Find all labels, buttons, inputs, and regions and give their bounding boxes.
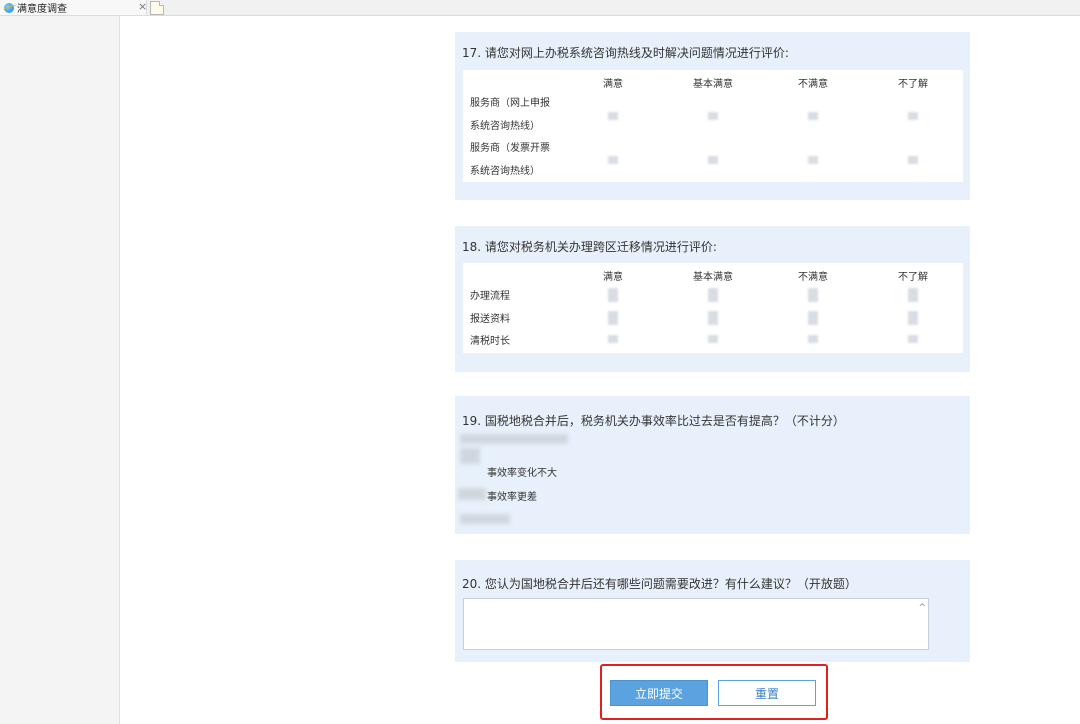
redacted-option (460, 434, 568, 444)
radio-option[interactable] (708, 311, 718, 325)
radio-option[interactable] (908, 311, 918, 325)
reset-button[interactable]: 重置 (718, 680, 816, 706)
radio-option[interactable] (608, 288, 618, 302)
ie-browser-icon (4, 2, 14, 13)
radio-option[interactable] (608, 335, 618, 343)
row-label: 服务商（发票开票 (470, 143, 550, 154)
row-label: 系统咨询热线） (470, 121, 540, 132)
column-header: 不满意 (798, 79, 828, 90)
row-label: 服务商（网上申报 (470, 98, 550, 109)
radio-option[interactable] (708, 335, 718, 343)
redacted-radio[interactable] (458, 488, 486, 500)
radio-option[interactable] (908, 335, 918, 343)
question-17-title: 17. 请您对网上办税系统咨询热线及时解决问题情况进行评价: (462, 46, 789, 60)
radio-option[interactable] (808, 112, 818, 120)
radio-option[interactable] (808, 335, 818, 343)
radio-option[interactable] (708, 156, 718, 164)
column-header: 不满意 (798, 272, 828, 283)
row-label: 办理流程 (470, 291, 510, 302)
option-label: 事效率变化不大 (487, 468, 557, 479)
redacted-option (460, 514, 510, 524)
radio-option[interactable] (908, 288, 918, 302)
radio-option[interactable] (608, 112, 618, 120)
radio-option[interactable] (908, 112, 918, 120)
tab-survey[interactable]: 满意度调查 × (0, 0, 147, 15)
question-18-title: 18. 请您对税务机关办理跨区迁移情况进行评价: (462, 240, 717, 254)
column-header: 不了解 (898, 272, 928, 283)
question-20-title: 20. 您认为国地税合并后还有哪些问题需要改进？有什么建议？（开放题） (462, 577, 857, 591)
radio-option[interactable] (708, 288, 718, 302)
submit-button[interactable]: 立即提交 (610, 680, 708, 706)
question-20-card: 20. 您认为国地税合并后还有哪些问题需要改进？有什么建议？（开放题） ^ (455, 560, 970, 662)
question-17-matrix: 满意 基本满意 不满意 不了解 服务商（网上申报 系统咨询热线） 服务商（发票开… (463, 70, 963, 182)
left-panel (0, 16, 120, 724)
scroll-up-icon[interactable]: ^ (918, 603, 926, 613)
close-icon[interactable]: × (138, 0, 147, 14)
question-17-card: 17. 请您对网上办税系统咨询热线及时解决问题情况进行评价: 满意 基本满意 不… (455, 32, 970, 200)
radio-option[interactable] (608, 156, 618, 164)
question-18-card: 18. 请您对税务机关办理跨区迁移情况进行评价: 满意 基本满意 不满意 不了解… (455, 226, 970, 372)
row-label: 报送资料 (470, 314, 510, 325)
row-label: 系统咨询热线） (470, 166, 540, 177)
radio-option[interactable] (708, 112, 718, 120)
column-header: 满意 (603, 272, 623, 283)
option-label: 事效率更差 (487, 492, 537, 503)
radio-option[interactable] (808, 156, 818, 164)
column-header: 基本满意 (693, 79, 733, 90)
column-header: 不了解 (898, 79, 928, 90)
question-18-matrix: 满意 基本满意 不满意 不了解 办理流程 报送资料 清税时长 (463, 263, 963, 353)
radio-option[interactable] (908, 156, 918, 164)
radio-option[interactable] (808, 311, 818, 325)
tab-strip: 满意度调查 × (0, 0, 1080, 16)
question-19-card: 19. 国税地税合并后，税务机关办事效率比过去是否有提高？（不计分） 事效率变化… (455, 396, 970, 534)
suggestion-textarea[interactable]: ^ (463, 598, 929, 650)
radio-option[interactable] (808, 288, 818, 302)
column-header: 满意 (603, 79, 623, 90)
column-header: 基本满意 (693, 272, 733, 283)
tab-title: 满意度调查 (17, 4, 67, 15)
new-tab-icon[interactable] (150, 1, 164, 15)
row-label: 清税时长 (470, 336, 510, 347)
redacted-radio[interactable] (460, 448, 480, 464)
radio-option[interactable] (608, 311, 618, 325)
question-19-title: 19. 国税地税合并后，税务机关办事效率比过去是否有提高？（不计分） (462, 414, 845, 428)
